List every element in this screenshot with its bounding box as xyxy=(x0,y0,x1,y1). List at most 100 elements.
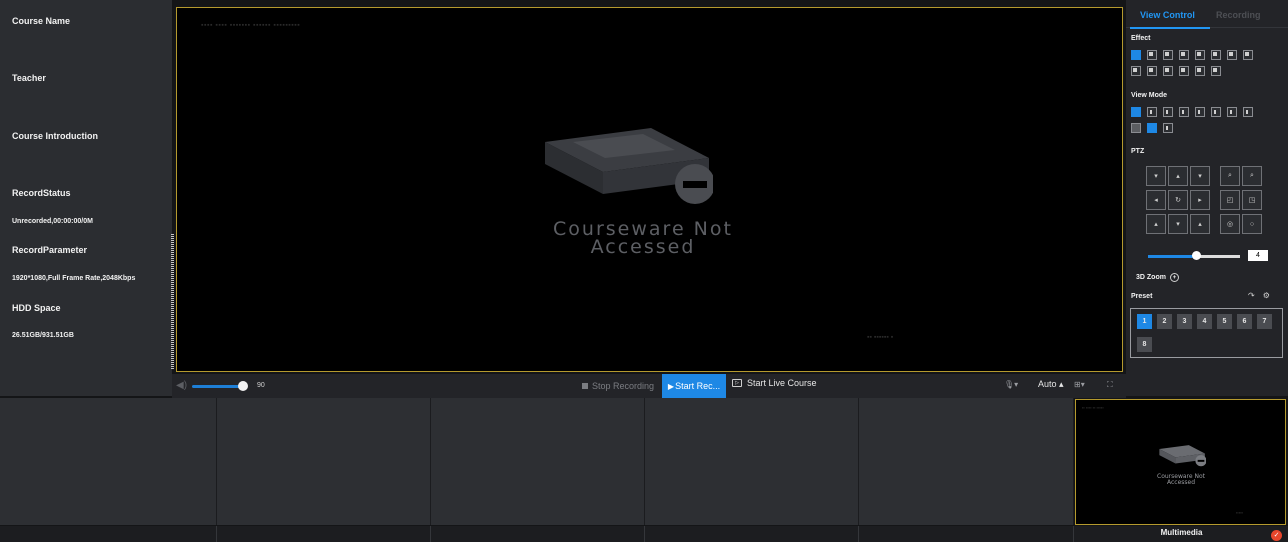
stop-recording-label: Stop Recording xyxy=(592,381,655,391)
effect-option[interactable] xyxy=(1179,66,1189,76)
preset-button[interactable]: 1 xyxy=(1137,314,1152,329)
zoom-in-icon[interactable]: ⌕ xyxy=(1220,166,1240,186)
ptz-down-right-button[interactable]: ▴ xyxy=(1190,214,1210,234)
view-mode-option[interactable] xyxy=(1147,123,1157,133)
ptz-speed-slider[interactable] xyxy=(1148,251,1240,260)
ptz-speed-knob[interactable] xyxy=(1192,251,1201,260)
start-live-course-button[interactable]: ▷ Start Live Course xyxy=(732,378,817,388)
source-thumbnail[interactable] xyxy=(217,398,431,525)
preset-button[interactable]: 5 xyxy=(1217,314,1232,329)
view-mode-option[interactable] xyxy=(1227,107,1237,117)
3d-zoom-icon[interactable]: + xyxy=(1169,273,1179,282)
active-tab-indicator xyxy=(1130,27,1210,29)
view-mode-option[interactable] xyxy=(1243,107,1253,117)
source-thumbnail[interactable] xyxy=(431,398,645,525)
iris-open-icon[interactable]: ◎ xyxy=(1220,214,1240,234)
view-mode-option[interactable] xyxy=(1179,107,1189,117)
view-mode-option[interactable] xyxy=(1211,107,1221,117)
courseware-icon xyxy=(545,128,713,204)
hdd-space-value: 26.51GB/931.51GB xyxy=(12,332,74,339)
start-live-label: Start Live Course xyxy=(747,378,817,388)
ptz-controls: ▾ ▴ ▾ ⌕ ⌕ ◂ ↻ ▸ ◰ ◳ ▴ ▾ ▴ ◎ ○ xyxy=(1146,166,1262,234)
preset-button[interactable]: 8 xyxy=(1137,337,1152,352)
effect-option[interactable] xyxy=(1163,50,1173,60)
ptz-right-button[interactable]: ▸ xyxy=(1190,190,1210,210)
auto-label: Auto xyxy=(1038,379,1057,389)
view-mode-option[interactable] xyxy=(1195,107,1205,117)
source-thumbnail[interactable] xyxy=(645,398,859,525)
iris-close-icon[interactable]: ○ xyxy=(1242,214,1262,234)
ptz-down-button[interactable]: ▾ xyxy=(1168,214,1188,234)
start-record-button[interactable]: ▶ Start Rec... xyxy=(662,374,726,398)
volume-slider-knob[interactable] xyxy=(238,381,248,391)
ptz-up-left-button[interactable]: ▾ xyxy=(1146,166,1166,186)
zoom-out-icon[interactable]: ⌕ xyxy=(1242,166,1262,186)
panel-resize-handle[interactable] xyxy=(171,234,174,370)
preset-button[interactable]: 6 xyxy=(1237,314,1252,329)
effect-option[interactable] xyxy=(1195,50,1205,60)
preset-button[interactable]: 4 xyxy=(1197,314,1212,329)
microphone-icon[interactable]: 🎙▾ xyxy=(1004,380,1018,389)
volume-icon[interactable]: ◀) xyxy=(176,380,187,391)
focus-near-icon[interactable]: ◰ xyxy=(1220,190,1240,210)
effect-option[interactable] xyxy=(1147,66,1157,76)
source-thumbnail[interactable] xyxy=(859,398,1074,525)
tab-view-control[interactable]: View Control xyxy=(1140,10,1195,20)
focus-far-icon[interactable]: ◳ xyxy=(1242,190,1262,210)
placeholder-line-2: Accessed xyxy=(1166,479,1196,486)
view-mode-label: View Mode xyxy=(1131,92,1168,99)
view-mode-option[interactable] xyxy=(1131,123,1141,133)
effect-option[interactable] xyxy=(1179,50,1189,60)
effect-option[interactable] xyxy=(1195,66,1205,76)
view-mode-option[interactable] xyxy=(1163,123,1173,133)
ptz-down-left-button[interactable]: ▴ xyxy=(1146,214,1166,234)
record-param-value: 1920*1080,Full Frame Rate,2048Kbps xyxy=(12,275,136,282)
volume-slider[interactable] xyxy=(192,385,244,388)
ptz-up-right-button[interactable]: ▾ xyxy=(1190,166,1210,186)
layout-icon[interactable]: ⊞▾ xyxy=(1074,380,1085,389)
app-window: Course Name Teacher Course Introduction … xyxy=(0,0,1288,542)
view-control-panel: View Control Recording Effect View Mode xyxy=(1126,0,1288,396)
main-video-view[interactable]: ▪▪▪▪ ▪▪▪▪ ▪▪▪▪▪▪▪ ▪▪▪▪▪▪ ▪▪▪▪▪▪▪▪▪ Cours… xyxy=(176,7,1123,372)
preset-list: 1 2 3 4 5 6 7 8 xyxy=(1130,308,1283,358)
preset-button[interactable]: 7 xyxy=(1257,314,1272,329)
play-icon: ▶ xyxy=(667,381,675,391)
check-icon[interactable]: ✓ xyxy=(1271,530,1282,541)
view-mode-grid xyxy=(1131,107,1253,133)
effect-option[interactable] xyxy=(1211,50,1221,60)
effect-option[interactable] xyxy=(1147,50,1157,60)
multimedia-thumbnail[interactable]: ▪▪ ▪▪▪▪ ▪▪ ▪▪▪▪▪ Courseware Not Accessed… xyxy=(1075,399,1286,525)
preset-settings-icon[interactable]: ⚙ xyxy=(1263,291,1278,300)
preset-button[interactable]: 2 xyxy=(1157,314,1172,329)
view-mode-option[interactable] xyxy=(1131,107,1141,117)
ptz-reset-icon[interactable]: ↻ xyxy=(1168,190,1188,210)
video-watermark: ▪▪▪▪ ▪▪▪▪ ▪▪▪▪▪▪▪ ▪▪▪▪▪▪ ▪▪▪▪▪▪▪▪▪ xyxy=(201,22,301,29)
effect-option[interactable] xyxy=(1227,50,1237,60)
effect-option[interactable] xyxy=(1163,66,1173,76)
effect-option[interactable] xyxy=(1131,50,1141,60)
thumbnail-label xyxy=(217,526,431,542)
tab-recording[interactable]: Recording xyxy=(1216,10,1261,20)
ptz-up-button[interactable]: ▴ xyxy=(1168,166,1188,186)
ptz-left-button[interactable]: ◂ xyxy=(1146,190,1166,210)
effect-grid xyxy=(1131,50,1253,76)
preset-button[interactable]: 3 xyxy=(1177,314,1192,329)
course-intro-label: Course Introduction xyxy=(12,131,98,141)
ptz-label: PTZ xyxy=(1131,148,1145,155)
preset-call-icon[interactable]: ↷ xyxy=(1248,291,1263,300)
fullscreen-icon[interactable]: ⛶ xyxy=(1107,380,1113,390)
multimedia-watermark: ▪▪ ▪▪▪▪ ▪▪ ▪▪▪▪▪ xyxy=(1082,405,1104,410)
source-thumbnail-strip xyxy=(0,398,1074,525)
effect-option[interactable] xyxy=(1131,66,1141,76)
effect-option[interactable] xyxy=(1211,66,1221,76)
ptz-speed-value[interactable]: 4 xyxy=(1248,250,1268,261)
effect-option[interactable] xyxy=(1243,50,1253,60)
view-mode-option[interactable] xyxy=(1147,107,1157,117)
source-thumbnail[interactable] xyxy=(0,398,217,525)
stop-icon xyxy=(582,383,588,389)
auto-dropdown[interactable]: Auto ▴ xyxy=(1038,379,1064,390)
placeholder-line-2: Accessed xyxy=(590,236,696,258)
thumbnail-label xyxy=(431,526,645,542)
view-mode-option[interactable] xyxy=(1163,107,1173,117)
stop-recording-button[interactable]: Stop Recording xyxy=(582,378,654,394)
